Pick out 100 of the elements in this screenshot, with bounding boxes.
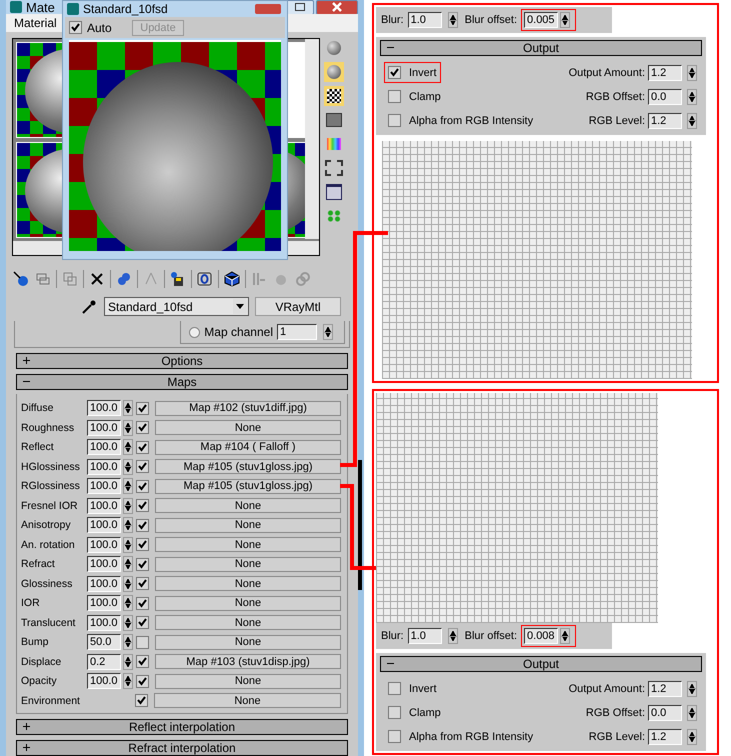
map-button[interactable]: None [155,674,341,689]
value-field[interactable]: 1.2 [648,728,682,744]
checkbox[interactable] [136,440,149,454]
map-button[interactable]: None [155,518,341,533]
value-field[interactable]: 0.0 [648,88,682,104]
spinner-icon[interactable] [123,595,133,612]
map-button[interactable]: None [155,596,341,611]
spinner-icon[interactable] [123,458,133,475]
map-button[interactable]: Map #105 (stuv1gloss.jpg) [155,478,341,494]
amount-field[interactable]: 100.0 [87,556,121,572]
value-field[interactable]: 1.2 [648,112,682,128]
rollout-header[interactable]: Output [380,656,702,672]
spinner-icon[interactable] [123,614,133,631]
checkbox[interactable] [136,538,149,552]
map-button[interactable]: None [155,576,341,592]
checkbox[interactable] [136,674,149,688]
amount-field[interactable]: 100.0 [87,595,121,612]
checkbox[interactable] [136,558,149,571]
checkbox[interactable] [388,706,401,719]
spinner-icon[interactable] [448,12,458,28]
panel-scrollbar[interactable] [358,460,362,590]
menu-item[interactable]: Material [14,16,57,30]
amount-field[interactable]: 100.0 [87,400,121,416]
map-button[interactable]: Map #102 (stuv1diff.jpg) [155,400,341,416]
checkbox[interactable] [136,460,149,474]
checkbox[interactable] [388,66,401,79]
spinner-icon[interactable] [560,628,570,644]
amount-field[interactable]: 100.0 [87,614,121,631]
checkbox[interactable] [388,730,401,743]
spinner-icon[interactable] [123,498,133,514]
map-button[interactable]: None [155,634,341,650]
spinner-icon[interactable] [687,704,697,720]
spinner-icon[interactable] [123,400,133,416]
checkbox[interactable] [136,518,149,532]
map-button[interactable]: Map #105 (stuv1gloss.jpg) [155,459,341,474]
eyedropper-icon[interactable] [80,298,98,316]
amount-field[interactable]: 100.0 [87,536,121,553]
spinner-icon[interactable] [123,536,133,553]
checkbox[interactable] [136,616,149,630]
close-button[interactable] [316,0,358,14]
map-channel-field[interactable]: 1 [277,324,317,340]
map-button[interactable]: None [155,615,341,630]
checkbox[interactable] [388,90,401,103]
spinner-icon[interactable] [123,439,133,456]
value-field[interactable]: 1.2 [648,64,682,80]
spinner-icon[interactable] [687,112,697,128]
checkbox[interactable] [136,577,149,590]
map-button[interactable]: None [154,693,341,708]
amount-field[interactable]: 50.0 [87,634,121,650]
spinner-icon[interactable] [123,556,133,572]
map-button[interactable]: None [155,498,341,514]
checkbox[interactable] [136,499,149,512]
map-button[interactable]: None [155,556,341,572]
map-button[interactable]: None [155,537,341,552]
material-name-dropdown[interactable]: Standard_10fsd [104,297,249,316]
spinner-icon[interactable] [323,324,333,340]
value-field[interactable]: 0.0 [648,704,682,720]
map-button[interactable]: None [155,420,341,436]
cube-icon[interactable] [223,270,241,288]
spinner-icon[interactable] [123,420,133,436]
spinner-icon[interactable] [687,64,697,80]
spinner-icon[interactable] [123,478,133,494]
blur-field[interactable]: 1.0 [408,12,442,28]
spinner-icon[interactable] [448,628,458,644]
amount-field[interactable]: 100.0 [87,420,121,436]
rollout-header[interactable]: Output [380,40,702,56]
zero-icon[interactable] [196,270,214,288]
amount-field[interactable]: 100.0 [87,478,121,494]
map-button[interactable]: Map #104 ( Falloff ) [155,440,341,455]
spinner-icon[interactable] [560,12,570,28]
checkbox[interactable] [136,402,149,415]
amount-field[interactable]: 100.0 [87,439,121,456]
amount-field[interactable]: 100.0 [87,673,121,690]
checkbox[interactable] [136,480,149,493]
rollout-header[interactable]: Reflect interpolation [16,719,348,736]
checker-icon[interactable] [324,86,344,106]
map-button[interactable]: Map #103 (stuv1disp.jpg) [155,654,341,670]
spinner-icon[interactable] [123,673,133,690]
value-field[interactable]: 1.2 [648,680,682,696]
blur-field[interactable]: 1.0 [408,628,442,644]
checkbox[interactable] [135,694,148,708]
spinner-icon[interactable] [687,728,697,744]
amount-field[interactable]: 100.0 [87,458,121,475]
rollout-header[interactable]: Refract interpolation [16,740,348,756]
amount-field[interactable]: 100.0 [87,517,121,534]
vertical-scrollbar[interactable] [305,38,319,239]
sphere-arrow-icon[interactable] [12,270,30,288]
spinner-icon[interactable] [687,680,697,696]
checkbox[interactable] [136,596,149,610]
caret-icon[interactable] [236,304,244,310]
checkbox[interactable] [136,421,149,434]
checkbox[interactable] [388,682,401,695]
checkbox[interactable] [136,655,149,668]
material-type-button[interactable]: VRayMtl [255,297,341,316]
checkbox[interactable] [136,636,149,649]
blur-offset-field[interactable]: 0.005 [524,12,558,28]
checkbox[interactable] [388,114,401,127]
spinner-icon[interactable] [123,634,133,650]
amount-field[interactable]: 100.0 [87,498,121,514]
amount-field[interactable]: 100.0 [87,576,121,592]
